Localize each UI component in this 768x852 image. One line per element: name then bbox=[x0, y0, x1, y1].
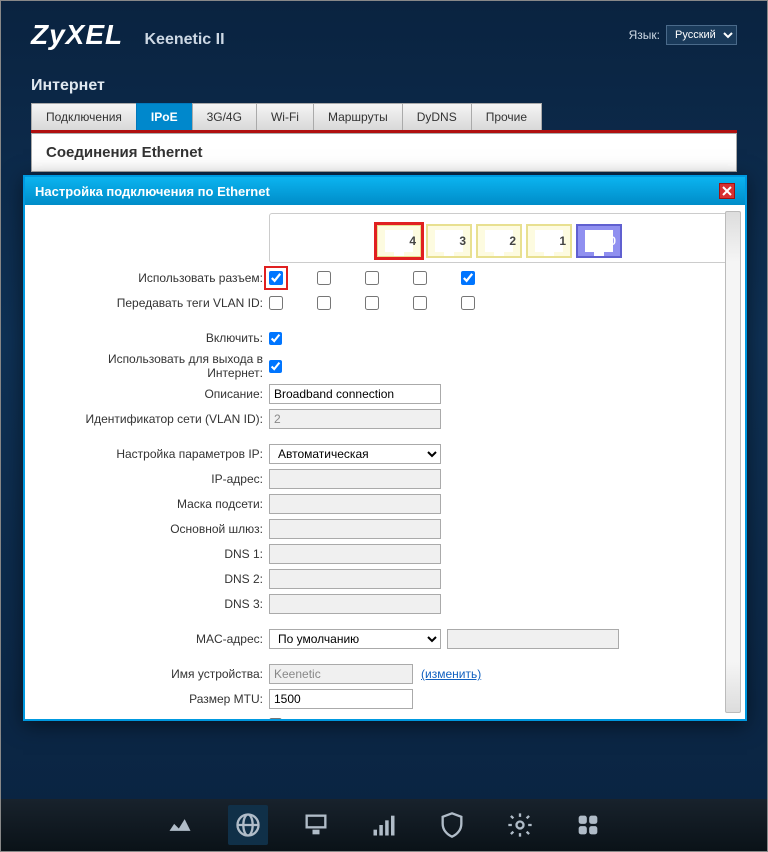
language-select[interactable]: Русский bbox=[666, 25, 737, 45]
dns3-label: DNS 3: bbox=[59, 597, 269, 611]
tab-other[interactable]: Прочие bbox=[471, 103, 542, 130]
close-icon bbox=[722, 186, 732, 196]
no-ttl-checkbox[interactable] bbox=[269, 718, 282, 720]
enable-label: Включить: bbox=[59, 331, 269, 345]
gateway-label: Основной шлюз: bbox=[59, 522, 269, 536]
dns2-input bbox=[269, 569, 441, 589]
vlan-id-input bbox=[269, 409, 441, 429]
internet-icon[interactable] bbox=[228, 805, 268, 845]
port-3[interactable]: 3 bbox=[426, 224, 472, 258]
modal-title-text: Настройка подключения по Ethernet bbox=[35, 184, 270, 199]
use-port-label: Использовать разъем: bbox=[59, 271, 269, 285]
vlan-tag-2[interactable] bbox=[365, 296, 379, 310]
mac-select[interactable]: По умолчанию bbox=[269, 629, 441, 649]
enable-checkbox[interactable] bbox=[269, 332, 282, 345]
port-4[interactable]: 4 bbox=[376, 224, 422, 258]
mtu-input[interactable] bbox=[269, 689, 413, 709]
description-label: Описание: bbox=[59, 387, 269, 401]
tab-dydns[interactable]: DyDNS bbox=[402, 103, 472, 130]
status-icon[interactable] bbox=[160, 805, 200, 845]
close-button[interactable] bbox=[719, 183, 735, 199]
port-0[interactable]: 0 bbox=[576, 224, 622, 258]
mtu-label: Размер MTU: bbox=[59, 692, 269, 706]
mac-input bbox=[447, 629, 619, 649]
vlan-tag-1[interactable] bbox=[413, 296, 427, 310]
brand-logo: ZyXEL bbox=[31, 19, 123, 50]
mask-input bbox=[269, 494, 441, 514]
panel-heading: Соединения Ethernet bbox=[46, 144, 722, 161]
ip-input bbox=[269, 469, 441, 489]
dns1-input bbox=[269, 544, 441, 564]
dns3-input bbox=[269, 594, 441, 614]
taskbar bbox=[1, 799, 767, 851]
security-icon[interactable] bbox=[432, 805, 472, 845]
model-name: Keenetic II bbox=[144, 31, 224, 48]
tab-ipoe[interactable]: IPoE bbox=[136, 103, 193, 130]
language-selector: Язык: Русский bbox=[629, 25, 737, 45]
mac-label: MAC-адрес: bbox=[59, 632, 269, 646]
ports-row: 4 3 2 1 0 bbox=[269, 213, 729, 263]
tab-routes[interactable]: Маршруты bbox=[313, 103, 403, 130]
use-port-3[interactable] bbox=[317, 271, 331, 285]
apps-icon[interactable] bbox=[568, 805, 608, 845]
port-2[interactable]: 2 bbox=[476, 224, 522, 258]
tab-wifi[interactable]: Wi-Fi bbox=[256, 103, 314, 130]
modal-ethernet-config: Настройка подключения по Ethernet 4 3 2 … bbox=[23, 175, 747, 721]
change-link[interactable]: (изменить) bbox=[421, 667, 481, 681]
vlan-tag-label: Передавать теги VLAN ID: bbox=[59, 296, 269, 310]
section-title: Интернет bbox=[31, 77, 737, 95]
description-input[interactable] bbox=[269, 384, 441, 404]
device-name-label: Имя устройства: bbox=[59, 667, 269, 681]
use-port-2[interactable] bbox=[365, 271, 379, 285]
no-ttl-label: Не уменьшать TTL: bbox=[59, 717, 269, 719]
ip-config-select[interactable]: Автоматическая bbox=[269, 444, 441, 464]
vlan-tag-4[interactable] bbox=[269, 296, 283, 310]
use-port-4[interactable] bbox=[269, 271, 283, 285]
mask-label: Маска подсети: bbox=[59, 497, 269, 511]
use-internet-label: Использовать для выхода в Интернет: bbox=[59, 352, 269, 380]
tabs: Подключения IPoE 3G/4G Wi-Fi Маршруты Dy… bbox=[31, 103, 737, 133]
settings-icon[interactable] bbox=[500, 805, 540, 845]
ip-config-label: Настройка параметров IP: bbox=[59, 447, 269, 461]
tab-connections[interactable]: Подключения bbox=[31, 103, 137, 130]
vlan-tag-3[interactable] bbox=[317, 296, 331, 310]
use-port-0[interactable] bbox=[461, 271, 475, 285]
panel: Соединения Ethernet bbox=[31, 133, 737, 172]
wifi-icon[interactable] bbox=[364, 805, 404, 845]
network-icon[interactable] bbox=[296, 805, 336, 845]
tab-3g4g[interactable]: 3G/4G bbox=[192, 103, 257, 130]
header: ZyXEL Keenetic II Язык: Русский bbox=[1, 1, 767, 59]
gateway-input bbox=[269, 519, 441, 539]
dns1-label: DNS 1: bbox=[59, 547, 269, 561]
dns2-label: DNS 2: bbox=[59, 572, 269, 586]
port-1[interactable]: 1 bbox=[526, 224, 572, 258]
device-name-input bbox=[269, 664, 413, 684]
vlan-tag-0[interactable] bbox=[461, 296, 475, 310]
ip-label: IP-адрес: bbox=[59, 472, 269, 486]
use-internet-checkbox[interactable] bbox=[269, 360, 282, 373]
use-port-1[interactable] bbox=[413, 271, 427, 285]
vlan-id-label: Идентификатор сети (VLAN ID): bbox=[59, 412, 269, 426]
language-label: Язык: bbox=[629, 28, 660, 42]
